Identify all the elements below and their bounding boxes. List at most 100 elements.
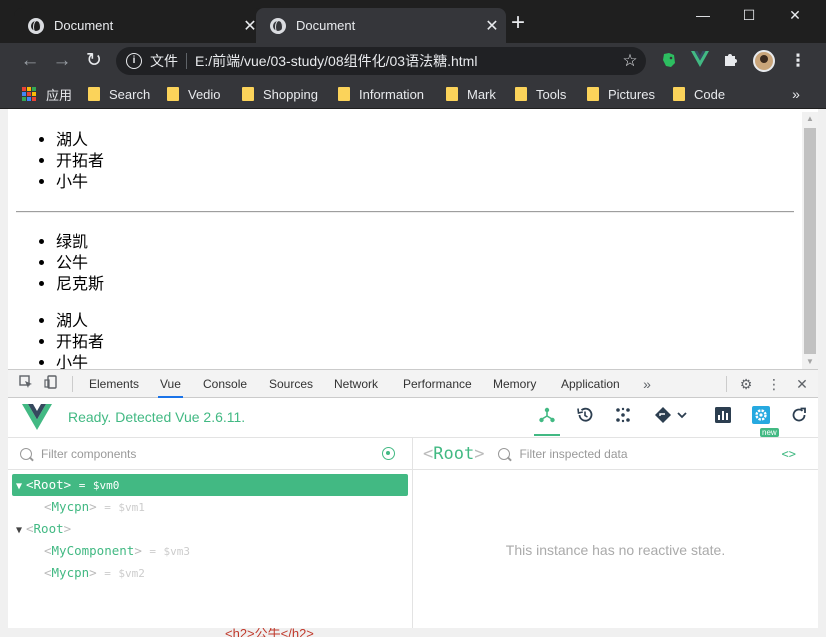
browser-toolbar: ← → ↻ i 文件 E:/前端/vue/03-study/08组件化/03语法… — [0, 43, 826, 79]
tab-elements[interactable]: Elements — [87, 370, 141, 398]
tree-node-root[interactable]: ▼ <Root> = $vm0 — [12, 474, 408, 496]
browser-tab-1[interactable]: Document ✕ — [14, 8, 264, 43]
timeline-history-icon[interactable] — [572, 406, 598, 432]
bookmark-search[interactable]: Search — [88, 79, 150, 109]
angle-bracket: < — [44, 565, 52, 580]
team-list-2: 绿凯 公牛 尼克斯 — [8, 231, 802, 294]
more-bookmarks-icon[interactable]: » — [786, 79, 806, 109]
component-name: Root — [33, 521, 64, 536]
components-tab-icon[interactable] — [534, 406, 560, 436]
tree-node-root[interactable]: ▼ <Root> — [12, 518, 408, 540]
components-pane: Filter components ▼ <Root> = $vm0 <Mycpn>… — [8, 438, 413, 628]
tree-node-mycpn[interactable]: <Mycpn> = $vm1 — [12, 496, 408, 518]
more-tabs-icon[interactable]: » — [637, 374, 657, 394]
browser-menu-icon[interactable]: ⋮ — [788, 50, 808, 72]
apps-grid-dot — [32, 87, 36, 91]
tab-sources[interactable]: Sources — [267, 370, 315, 398]
angle-bracket: < — [44, 499, 52, 514]
scroll-thumb[interactable] — [804, 128, 816, 354]
search-icon — [20, 447, 32, 460]
info-icon[interactable]: i — [126, 53, 142, 69]
apps-grid-dot — [32, 92, 36, 96]
bookmark-pictures[interactable]: Pictures — [587, 79, 655, 109]
bookmark-label: Mark — [467, 86, 496, 102]
bookmark-apps[interactable]: 应用 — [22, 79, 72, 109]
folder-icon — [167, 87, 179, 101]
window-close-button[interactable]: ✕ — [772, 0, 818, 30]
filter-components-input[interactable]: Filter components — [41, 447, 382, 461]
tab-memory[interactable]: Memory — [491, 370, 538, 398]
browser-tab-2[interactable]: Document ✕ — [256, 8, 506, 43]
performance-chart-icon[interactable] — [710, 406, 736, 432]
bookmark-mark[interactable]: Mark — [446, 79, 496, 109]
bookmark-label: Tools — [536, 86, 567, 102]
routing-signpost-icon[interactable] — [651, 406, 691, 432]
apps-grid-dot — [32, 97, 36, 101]
devtools-close-icon[interactable]: ✕ — [792, 374, 812, 394]
scroll-down-icon[interactable]: ▼ — [802, 355, 818, 369]
bookmark-label: Search — [109, 86, 151, 102]
vm-eq: = — [149, 545, 157, 558]
tree-node-mycpn[interactable]: <Mycpn> = $vm2 — [12, 562, 408, 584]
minimize-button[interactable]: — — [680, 0, 726, 30]
profile-avatar[interactable] — [753, 50, 775, 72]
tab-console[interactable]: Console — [201, 370, 249, 398]
tab-application[interactable]: Application — [559, 370, 622, 398]
new-tab-button[interactable]: + — [506, 11, 530, 36]
search-icon — [498, 447, 511, 460]
forward-button[interactable]: → — [50, 49, 74, 73]
tab-network[interactable]: Network — [332, 370, 380, 398]
expand-caret-icon[interactable]: ▼ — [12, 476, 26, 498]
tree-node-mycomponent[interactable]: <MyComponent> = $vm3 — [12, 540, 408, 562]
expand-caret-icon[interactable]: ▼ — [12, 520, 26, 542]
bookmark-tools[interactable]: Tools — [515, 79, 566, 109]
devtools-menu-icon[interactable]: ⋮ — [764, 374, 784, 394]
settings-gear-icon[interactable]: ⚙ — [736, 374, 756, 394]
folder-icon — [515, 87, 527, 101]
list-item: 尼克斯 — [56, 273, 802, 294]
inspector-header: <Root> Filter inspected data <> — [413, 438, 818, 470]
code-toggle-icon[interactable]: <> — [782, 447, 796, 461]
maximize-button[interactable]: ☐ — [726, 0, 772, 30]
bookmark-information[interactable]: Information — [338, 79, 424, 109]
angle-bracket: > — [63, 521, 72, 536]
apps-grid-dot — [22, 97, 26, 101]
url-text[interactable]: E:/前端/vue/03-study/08组件化/03语法糖.html — [195, 51, 614, 71]
tab-close-icon[interactable]: ✕ — [478, 16, 506, 36]
vm-ref: $vm3 — [163, 545, 191, 558]
list-item: 开拓者 — [56, 150, 802, 171]
list-item: 公牛 — [56, 252, 802, 273]
vuex-dots-icon[interactable] — [610, 406, 636, 432]
bookmark-vedio[interactable]: Vedio — [167, 79, 221, 109]
tab-vue[interactable]: Vue — [158, 370, 183, 398]
apps-grid-dot — [27, 92, 31, 96]
bookmark-shopping[interactable]: Shopping — [242, 79, 318, 109]
vue-devtools-extension-icon[interactable] — [690, 51, 710, 71]
folder-icon — [88, 87, 100, 101]
scroll-up-icon[interactable]: ▲ — [802, 112, 818, 126]
bookmark-code[interactable]: Code — [673, 79, 725, 109]
angle-bracket: > — [89, 499, 97, 514]
reload-button[interactable]: ↻ — [82, 49, 106, 73]
list-item: 湖人 — [56, 129, 802, 150]
evernote-extension-icon[interactable] — [659, 51, 679, 71]
select-component-target-icon[interactable] — [382, 447, 395, 460]
inspected-component-label: <Root> — [423, 443, 485, 464]
folder-icon — [446, 87, 458, 101]
page-scrollbar[interactable]: ▲ ▼ — [802, 112, 818, 369]
angle-bracket: > — [89, 565, 97, 580]
filter-inspected-input[interactable]: Filter inspected data — [519, 447, 781, 461]
new-badge: new — [760, 428, 779, 437]
apps-grid-dot — [27, 87, 31, 91]
vm-eq: = — [78, 479, 86, 492]
tab-performance[interactable]: Performance — [401, 370, 474, 398]
inspect-element-icon[interactable] — [16, 374, 36, 394]
refresh-icon[interactable] — [786, 406, 812, 432]
address-bar[interactable]: i 文件 E:/前端/vue/03-study/08组件化/03语法糖.html… — [116, 47, 646, 75]
bookmark-star-icon[interactable]: ☆ — [614, 51, 646, 71]
back-button[interactable]: ← — [18, 49, 42, 73]
divider — [72, 376, 73, 392]
apps-grid-icon — [22, 87, 36, 101]
extensions-puzzle-icon[interactable] — [721, 51, 741, 71]
device-toolbar-icon[interactable] — [41, 374, 61, 394]
